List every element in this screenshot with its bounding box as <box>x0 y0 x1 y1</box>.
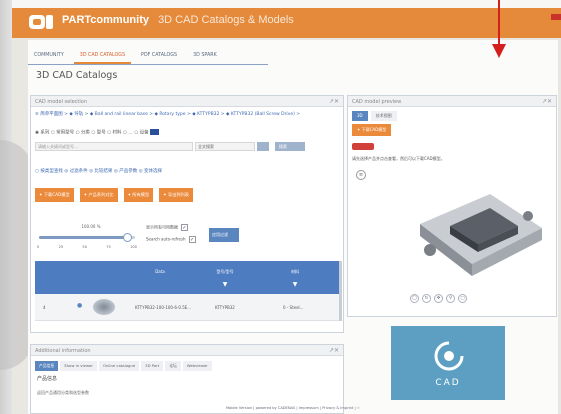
3d-view-icon[interactable]: ◯ <box>410 294 419 303</box>
row-index: 4 <box>43 305 46 310</box>
table-row[interactable]: 4 ● KTTYPB32-100-100-6-0.5E... KTTYPB32 … <box>35 294 339 321</box>
list-icon[interactable]: ≡ <box>356 170 366 180</box>
checkbox-label: Search auto-refresh <box>146 236 186 242</box>
view-options[interactable]: ○ 按类型查找 ◎ 过滤条件 ◎ 比较结果 ◎ 产品参数 ◎ 变体选择 <box>35 168 162 174</box>
breadcrumb[interactable]: ≡ 简单平面图 > ◆ 导轨 > ◆ Ball and rail linear … <box>35 111 335 119</box>
slider-handle[interactable] <box>123 233 133 242</box>
results-table-header: Data 型号/型号 材料 ▼ ▼ <box>35 261 339 294</box>
tab-3d[interactable]: 3D <box>352 111 368 121</box>
panel-title: CAD model preview <box>352 99 402 105</box>
flag-icon <box>150 129 160 135</box>
cad-model-preview-panel: CAD model preview ↗✕ 3D 技术视图 ✦ 下载CAD模型 请… <box>347 95 557 317</box>
search-input[interactable]: 请输入关键词或型号… <box>35 142 193 151</box>
search-scope-radios[interactable]: ◉ 系列 ○ 常用型号 ○ 分类 ○ 型号 ○ 材料 ○ … ○ 设备 <box>35 129 160 136</box>
dropdown-button[interactable] <box>257 142 269 151</box>
column-header[interactable]: Data <box>135 269 185 274</box>
tab-community[interactable]: COMMUNITY <box>28 48 70 64</box>
slider-value-label: 100.00 % <box>81 224 101 229</box>
manufacturer-logo[interactable] <box>352 143 374 150</box>
slider-tick: 0 <box>37 245 40 249</box>
show-all-checkbox[interactable]: 显示所有可用数据 ✓ <box>146 224 188 231</box>
search-scope-label: ◉ 系列 ○ 常用型号 ○ 分类 ○ 型号 ○ 材料 ○ … ○ 设备 <box>35 130 149 136</box>
cad-logo-text: CAD <box>435 378 461 388</box>
tab-pdf-catalogs[interactable]: PDF CATALOGS <box>135 48 183 64</box>
viewer-toolbar: ◯ ↻ ✥ ⚲ □ <box>410 294 467 303</box>
table-scrollbar[interactable] <box>339 261 342 321</box>
annotation-arrow <box>498 0 500 48</box>
tab-3d-cad-catalogs[interactable]: 3D CAD CATALOGS <box>73 48 132 64</box>
row-name[interactable]: KTTYPB32-100-100-6-0.5E... <box>135 305 191 310</box>
slider-tick: 50 <box>82 245 87 249</box>
cad-model-selection-panel: CAD model selection ↗✕ ≡ 简单平面图 > ◆ 导轨 > … <box>30 95 344 333</box>
brand-name: PARTcommunity <box>62 14 149 26</box>
search-mode-select[interactable]: 全文搜索 <box>195 142 255 151</box>
tab-forum[interactable]: 论坛 <box>165 361 181 371</box>
add-to-cart-icon[interactable]: ● <box>77 302 82 309</box>
compare-series-button[interactable]: ✦ 产品系列对比 <box>79 188 118 202</box>
rotate-icon[interactable]: ↻ <box>422 294 431 303</box>
fit-icon[interactable]: □ <box>458 294 467 303</box>
brand-subtitle: 3D CAD Catalogs & Models <box>158 14 294 26</box>
slider-tick: 75 <box>106 245 111 249</box>
action-buttons: ✦ 下载CAD模型 ✦ 产品系列对比 ✦ 所有模型 ✦ 导出到列表 <box>35 188 193 202</box>
3d-model-viewport[interactable] <box>410 186 550 286</box>
auto-refresh-checkbox[interactable]: Search auto-refresh ✓ <box>146 236 196 243</box>
filter-icon[interactable]: ▼ <box>287 281 303 288</box>
tab-product-info[interactable]: 产品信息 <box>35 361 59 371</box>
partcommunity-logo-icon[interactable] <box>28 12 54 32</box>
tab-3d-spark[interactable]: 3D SPARK <box>187 48 223 64</box>
preview-description: 请先选择产品并点击查看，然后可以下载CAD模型。 <box>352 156 445 161</box>
column-header[interactable]: 材料 <box>270 269 320 275</box>
tab-show-in-viewer[interactable]: Show in viewer <box>60 361 97 371</box>
export-list-button[interactable]: ✦ 导出到列表 <box>159 188 193 202</box>
checkbox-checked-icon[interactable]: ✓ <box>181 224 188 231</box>
panel-title: Additional information <box>35 348 91 354</box>
info-heading: 产品信息 <box>37 376 58 382</box>
info-tabs: 产品信息 Show in viewer Online catalogue 3D … <box>35 361 212 371</box>
filter-icon[interactable]: ▼ <box>217 281 233 288</box>
cad-logo-banner[interactable]: CAD <box>391 326 505 400</box>
panel-header: CAD model preview ↗✕ <box>348 96 556 107</box>
slider-tick: 100 <box>130 245 137 249</box>
annotation-arrow-head <box>492 44 506 58</box>
info-subtext[interactable]: 返回产品通用分类和选型参数 <box>37 390 89 396</box>
download-cad-button[interactable]: ✦ 下载CAD模型 <box>352 124 392 136</box>
panel-resize-icon[interactable]: ↗✕ <box>329 98 339 105</box>
tab-3d-part[interactable]: 3D Part <box>141 361 164 371</box>
row-model: KTTYPB32 <box>215 305 235 310</box>
language-flag-icon[interactable] <box>551 14 561 20</box>
page-footer[interactable]: Mobile Version | powered by CADENAS | Im… <box>28 404 558 414</box>
brand-title[interactable]: PARTcommunity 3D CAD Catalogs & Models <box>62 14 294 26</box>
part-thumbnail[interactable] <box>93 299 115 315</box>
checkbox-label: 显示所有可用数据 <box>146 224 178 230</box>
search-button[interactable]: 搜索 <box>275 142 305 151</box>
move-icon[interactable]: ✥ <box>434 294 443 303</box>
column-header[interactable]: 型号/型号 <box>205 269 245 275</box>
row-material: 0 - Steel... <box>283 305 304 310</box>
slider-tick: 25 <box>58 245 64 249</box>
checkbox-checked-icon[interactable]: ✓ <box>188 236 196 243</box>
tabs-underline <box>28 64 268 65</box>
filter-slider[interactable] <box>39 233 135 242</box>
panel-resize-icon[interactable]: ↗✕ <box>542 98 552 105</box>
zoom-icon[interactable]: ⚲ <box>446 294 455 303</box>
panel-title: CAD model selection <box>35 99 87 105</box>
apply-filter-button[interactable]: 应用过滤 <box>209 228 239 242</box>
panel-header: CAD model selection ↗✕ <box>31 96 343 107</box>
panel-header: Additional information ↗✕ <box>31 345 343 356</box>
all-models-button[interactable]: ✦ 所有模型 <box>123 188 154 202</box>
tab-online-catalogue[interactable]: Online catalogue <box>98 361 140 371</box>
slider-ticks: 0 25 50 75 100 <box>37 245 137 249</box>
preview-tabs: 3D 技术视图 <box>352 111 397 121</box>
panel-resize-icon[interactable]: ↗✕ <box>329 347 339 354</box>
download-cad-button[interactable]: ✦ 下载CAD模型 <box>35 188 74 202</box>
main-tabs: COMMUNITY 3D CAD CATALOGS PDF CATALOGS 3… <box>28 48 223 64</box>
tab-technical-view[interactable]: 技术视图 <box>370 111 397 121</box>
tab-webviewer[interactable]: Webviewer <box>182 361 212 371</box>
cad-logo-icon <box>434 341 464 371</box>
slider-fill <box>39 236 128 239</box>
page-title: 3D CAD Catalogs <box>36 70 118 81</box>
top-edge <box>0 0 561 8</box>
